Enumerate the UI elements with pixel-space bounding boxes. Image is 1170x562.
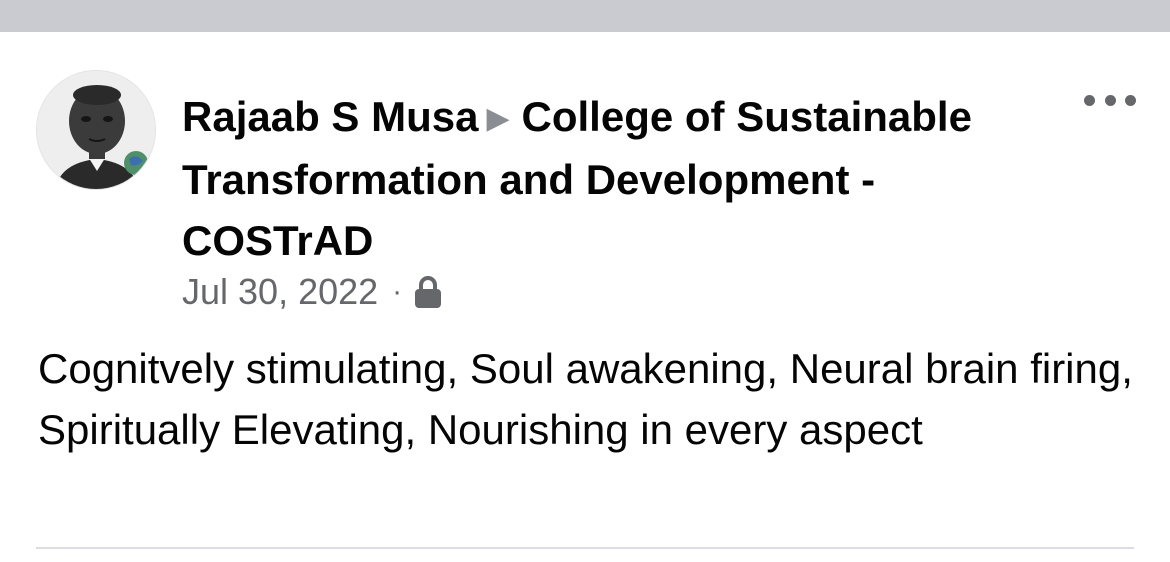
more-options-icon <box>1084 94 1095 106</box>
divider <box>36 547 1134 549</box>
arrow-right-icon: ▶ <box>486 102 510 135</box>
post-text: Cognitvely stimulating, Soul awakening, … <box>38 345 1133 453</box>
post-header: Rajaab S Musa ▶ College of Sustainable Tra… <box>182 86 1062 271</box>
top-strip <box>0 0 1170 32</box>
more-options-dot <box>1125 94 1136 106</box>
author-avatar[interactable] <box>36 70 156 190</box>
avatar-image <box>37 71 155 189</box>
post-card: Rajaab S Musa ▶ College of Sustainable Tra… <box>0 32 1170 562</box>
author-name[interactable]: Rajaab S Musa <box>182 93 478 140</box>
post-meta: Jul 30, 2022 · <box>182 270 442 314</box>
post-date[interactable]: Jul 30, 2022 <box>182 271 378 313</box>
lock-icon[interactable] <box>414 275 442 309</box>
more-options-dot <box>1104 94 1116 106</box>
more-options-button[interactable] <box>1084 88 1136 112</box>
meta-separator: · <box>392 275 403 308</box>
